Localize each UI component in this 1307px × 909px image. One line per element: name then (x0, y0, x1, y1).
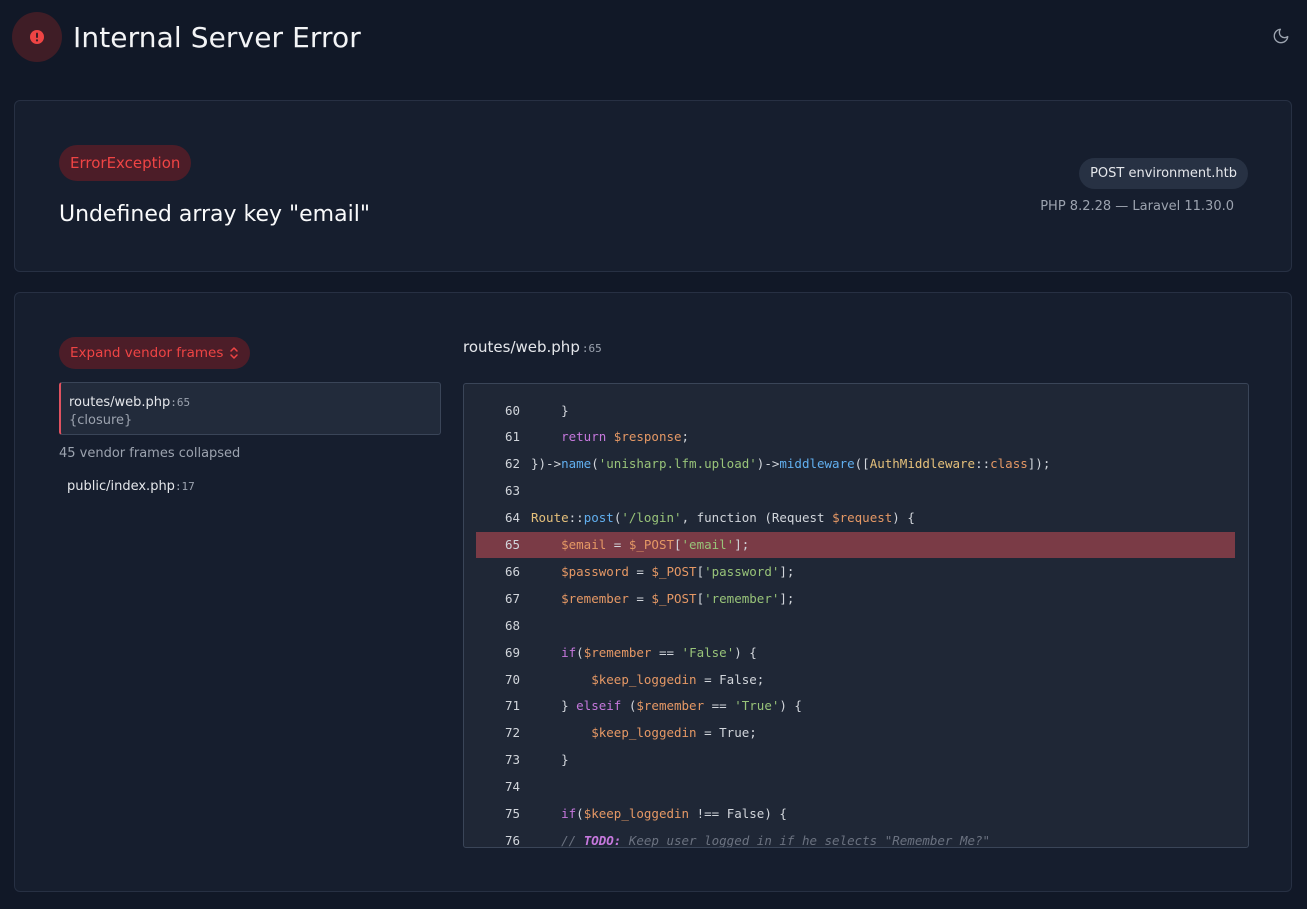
line-number: 73 (504, 752, 520, 768)
code-line: 74 (476, 774, 1235, 800)
code-line-highlighted: 65 $email = $_POST['email']; (476, 531, 1235, 558)
line-source: Route::post('/login', function (Request … (531, 510, 915, 526)
line-number: 71 (504, 698, 520, 714)
code-snippet: 60 } 61 return $response; 62})->name('unis… (463, 383, 1249, 848)
page-title: Internal Server Error (73, 20, 361, 54)
code-line: 70 $keep_loggedin = False; (476, 666, 1235, 692)
line-number: 76 (504, 832, 520, 848)
code-file-path: routes/web.php:65 (463, 338, 602, 356)
version-info: PHP 8.2.28 — Laravel 11.30.0 (1040, 199, 1234, 214)
moon-icon[interactable] (1272, 27, 1290, 45)
exception-message: Undefined array key "email" (59, 202, 370, 227)
expand-vendor-frames-label: Expand vendor frames (70, 345, 224, 361)
code-line: 63 (476, 478, 1235, 504)
code-line: 66 $password = $_POST['password']; (476, 558, 1235, 584)
code-line: 64 Route::post('/login', function (Reques… (476, 505, 1235, 531)
line-number: 72 (504, 725, 520, 741)
line-number: 60 (504, 402, 520, 418)
code-line: 67 $remember = $_POST['remember']; (476, 585, 1235, 611)
stack-frame-active[interactable]: routes/web.php:65 {closure} (59, 382, 441, 435)
code-line: 75 if($keep_loggedin !== False) { (476, 801, 1235, 827)
line-number: 64 (504, 510, 520, 526)
code-line: 68 (476, 612, 1235, 638)
code-line: 60 } (476, 397, 1235, 423)
frame-line-number: :65 (170, 396, 191, 409)
frame-function: {closure} (69, 413, 133, 428)
line-source: } elseif ($remember == 'True') { (531, 698, 802, 714)
code-line: 69 if($remember == 'False') { (476, 639, 1235, 665)
line-number: 63 (504, 483, 520, 499)
frame-line-number: :17 (174, 480, 195, 493)
line-source: $keep_loggedin = True; (591, 725, 757, 741)
alert-circle-icon (12, 12, 62, 62)
request-badge: POST environment.htb (1079, 158, 1248, 189)
line-source: } (531, 752, 569, 768)
line-number: 67 (504, 590, 520, 606)
chevron-up-down-icon (230, 347, 239, 359)
code-line: 76 // TODO: Keep user logged in if he se… (476, 827, 1235, 848)
line-number: 68 (504, 617, 520, 633)
page-header: Internal Server Error (12, 12, 361, 62)
code-line: 73 } (476, 747, 1235, 773)
line-source: // TODO: Keep user logged in if he selec… (561, 832, 991, 848)
line-source: $remember = $_POST['remember']; (561, 590, 795, 606)
line-number: 62 (504, 456, 520, 472)
line-source: if($keep_loggedin !== False) { (561, 806, 787, 821)
line-source: })->name('unisharp.lfm.upload')->middlew… (531, 456, 1051, 472)
line-number: 70 (504, 671, 520, 687)
stack-trace-card: Expand vendor frames routes/web.php:65 {… (14, 292, 1292, 892)
exception-class-badge: ErrorException (59, 145, 192, 181)
line-number: 61 (504, 429, 520, 445)
exception-summary-card: ErrorException Undefined array key "emai… (14, 100, 1292, 272)
stack-frame[interactable]: public/index.php:17 (67, 479, 195, 494)
line-number: 66 (504, 563, 520, 579)
frame-file: public/index.php (67, 479, 175, 494)
line-source: $keep_loggedin = False; (591, 671, 765, 687)
line-number: 74 (504, 779, 520, 795)
line-source: $password = $_POST['password']; (561, 563, 795, 579)
expand-vendor-frames-button[interactable]: Expand vendor frames (59, 337, 251, 369)
code-file-name: routes/web.php (463, 338, 580, 356)
line-source: if($remember == 'False') { (561, 644, 757, 660)
line-number: 75 (504, 806, 520, 821)
line-source: } (531, 402, 569, 418)
code-line: 61 return $response; (476, 424, 1235, 450)
code-line: 71 } elseif ($remember == 'True') { (476, 693, 1235, 719)
line-source: $email = $_POST['email']; (561, 537, 750, 552)
code-line: 72 $keep_loggedin = True; (476, 720, 1235, 746)
line-number: 65 (504, 537, 520, 552)
frame-file: routes/web.php (69, 395, 171, 410)
code-line: 62 })->name('unisharp.lfm.upload')->middl… (476, 451, 1235, 477)
vendor-frames-collapsed-note[interactable]: 45 vendor frames collapsed (59, 446, 240, 461)
line-number: 69 (504, 644, 520, 660)
line-source: return $response; (561, 429, 690, 445)
code-line-number: :65 (581, 342, 602, 355)
